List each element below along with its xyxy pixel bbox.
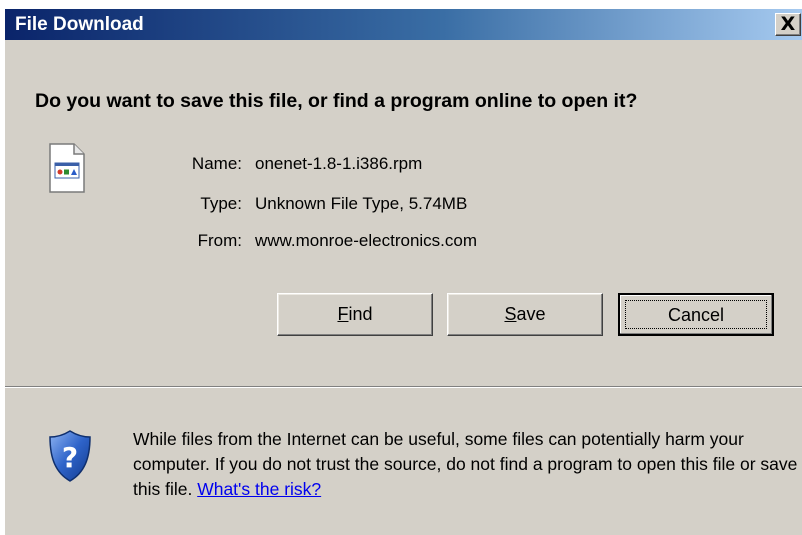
file-type-value: Unknown File Type, 5.74MB	[255, 194, 468, 213]
unknown-file-icon	[48, 142, 86, 194]
title-bar[interactable]: File Download X	[5, 9, 802, 40]
save-button-label: Save	[504, 304, 546, 324]
save-button[interactable]: Save	[447, 293, 603, 336]
find-button-label: Find	[337, 304, 373, 324]
file-name-value: onenet-1.8-1.i386.rpm	[255, 154, 423, 173]
whats-the-risk-link[interactable]: What's the risk?	[197, 479, 321, 499]
window-title: File Download	[15, 14, 144, 35]
file-source-value: www.monroe-electronics.com	[255, 231, 478, 250]
shield-question-icon: ?	[48, 429, 92, 483]
find-button[interactable]: Find	[277, 293, 433, 336]
from-label: From:	[197, 231, 242, 250]
type-label: Type:	[200, 194, 242, 213]
file-download-dialog: File Download X Do you want to save this…	[5, 9, 802, 535]
separator-highlight	[5, 387, 802, 388]
name-label: Name:	[191, 154, 242, 173]
svg-text:?: ?	[62, 441, 78, 474]
close-button[interactable]: X	[775, 13, 801, 36]
security-warning: While files from the Internet can be use…	[133, 427, 802, 502]
close-icon: X	[780, 13, 796, 35]
download-question: Do you want to save this file, or find a…	[35, 90, 638, 112]
cancel-button[interactable]: Cancel	[618, 293, 774, 336]
cancel-button-label: Cancel	[667, 305, 725, 325]
